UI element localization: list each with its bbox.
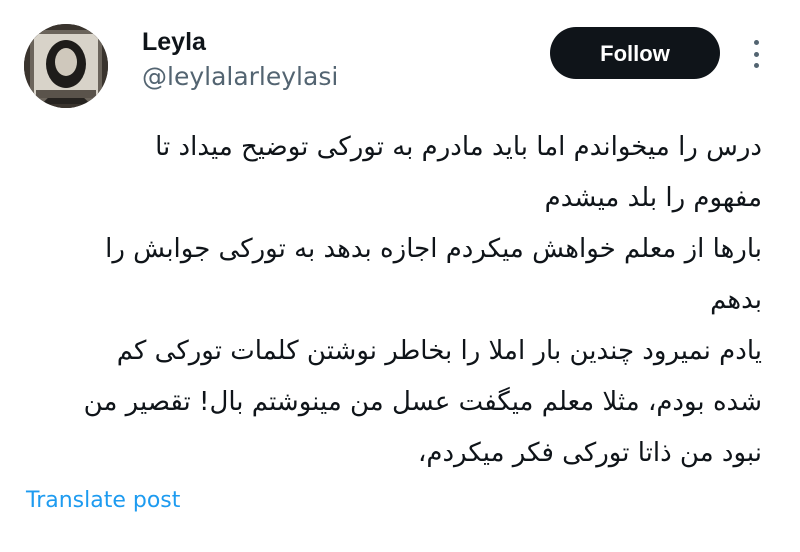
dot	[753, 40, 759, 45]
avatar-photo	[24, 24, 108, 108]
post-text-line: یادم نمیرود چندین بار املا را بخاطر نوشت…	[116, 336, 762, 366]
post-text-line: نبود من ذاتا تورکی فکر میکردم،	[417, 438, 762, 468]
author-name[interactable]: Leyla	[142, 28, 206, 57]
post-card: Leyla @leylalarleylasi Follow درس را میخ…	[0, 0, 800, 552]
post-text: درس را میخواندم اما باید مادرم به تورکی …	[24, 122, 762, 479]
more-options-icon[interactable]	[746, 40, 766, 68]
dot	[753, 63, 759, 68]
dot	[753, 51, 759, 57]
translate-post-link[interactable]: Translate post	[26, 488, 180, 513]
post-text-line: بدهم	[710, 285, 762, 315]
post-text-line: درس را میخواندم اما باید مادرم به تورکی …	[155, 132, 762, 162]
follow-button[interactable]: Follow	[550, 27, 720, 79]
post-text-line: مفهوم را بلد میشدم	[544, 183, 762, 213]
author-handle[interactable]: @leylalarleylasi	[142, 62, 338, 91]
post-text-line: بارها از معلم خواهش میکردم اجازه بدهد به…	[105, 234, 762, 264]
avatar[interactable]	[24, 24, 108, 108]
post-text-line: شده بودم، مثلا معلم میگفت عسل من مینوشتم…	[83, 387, 762, 417]
